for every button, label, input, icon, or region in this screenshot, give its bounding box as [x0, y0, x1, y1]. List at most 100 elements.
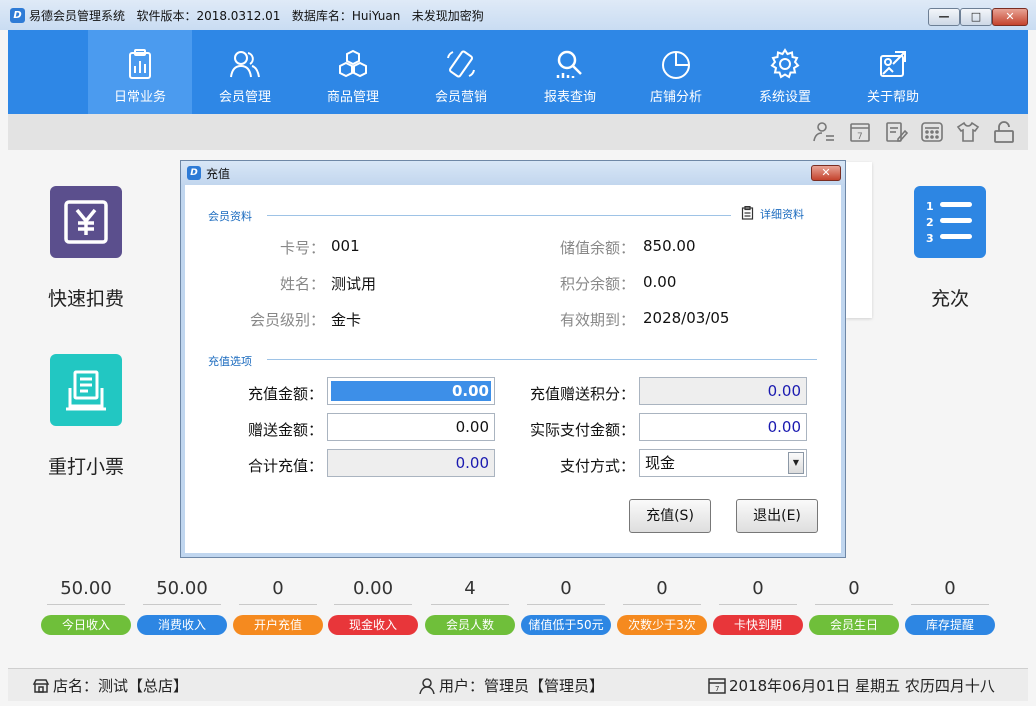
recharge-times-label[interactable]: 充次 — [890, 284, 1010, 311]
quick-pay-label[interactable]: 快速扣费 — [26, 284, 146, 311]
member-level-value: 金卡 — [331, 311, 362, 329]
recharge-dialog: D 充值 ✕ 会员资料 详细资料 卡号： 001 姓名： 测试用 会员级别： 金… — [180, 160, 846, 558]
nav-item-system-settings[interactable]: 系统设置 — [733, 30, 837, 114]
stat-member-birthday[interactable]: 0 会员生日 — [809, 576, 899, 635]
stat-open-recharge[interactable]: 0 开户充值 — [233, 576, 323, 635]
stat-badge[interactable]: 今日收入 — [41, 615, 131, 635]
exit-button[interactable]: 退出(E) — [736, 499, 818, 533]
user-name: 用户：管理员【管理员】 — [439, 677, 605, 695]
stat-card-expiring[interactable]: 0 卡快到期 — [713, 576, 803, 635]
maximize-button[interactable]: □ — [960, 8, 992, 26]
stat-value: 50.00 — [143, 576, 221, 605]
lock-icon[interactable] — [992, 121, 1016, 143]
stat-badge[interactable]: 开户充值 — [233, 615, 323, 635]
main-nav: 日常业务 会员管理 商品管理 会员营销 报表查询 店铺分析 系统设置 关于帮助 — [8, 30, 1028, 114]
stat-value: 0 — [719, 576, 797, 605]
section-divider — [267, 359, 817, 360]
shirt-icon[interactable] — [956, 121, 980, 143]
nav-item-member-marketing[interactable]: 会员营销 — [409, 30, 513, 114]
chevron-down-icon[interactable]: ▼ — [788, 452, 804, 474]
close-icon: ✕ — [821, 166, 831, 179]
nav-item-label: 关于帮助 — [866, 90, 919, 105]
stat-value: 0 — [623, 576, 701, 605]
search-chart-icon — [556, 50, 582, 78]
close-button[interactable]: ✕ — [992, 8, 1028, 26]
balance-value: 850.00 — [643, 237, 696, 255]
stat-member-count[interactable]: 4 会员人数 — [425, 576, 515, 635]
store-info: 店名：测试【总店】 — [32, 675, 188, 696]
stat-badge[interactable]: 卡快到期 — [713, 615, 803, 635]
edit-icon[interactable] — [884, 121, 908, 143]
stat-today-income[interactable]: 50.00 今日收入 — [41, 576, 131, 635]
recharge-amount-input[interactable]: 0.00 — [327, 377, 495, 405]
recharge-times-tile[interactable]: 1 2 3 — [914, 186, 986, 258]
stat-low-balance[interactable]: 0 储值低于50元 — [521, 576, 611, 635]
calendar-icon[interactable]: 7 — [848, 121, 872, 143]
title-bar: D 易德会员管理系统 软件版本：2018.0312.01 数据库名：HuiYua… — [0, 0, 1036, 30]
recharge-options-section-title: 充值选项 — [208, 355, 252, 368]
nav-item-store-analysis[interactable]: 店铺分析 — [624, 30, 728, 114]
app-logo-icon: D — [187, 166, 201, 180]
recharge-amount-label: 充值金额： — [247, 385, 323, 403]
stat-stock-alert[interactable]: 0 库存提醒 — [905, 576, 995, 635]
reprint-label[interactable]: 重打小票 — [26, 452, 146, 479]
svg-text:3: 3 — [926, 232, 934, 245]
nav-item-daily-business[interactable]: 日常业务 — [88, 30, 192, 114]
stat-low-times[interactable]: 0 次数少于3次 — [617, 576, 707, 635]
member-info-section-title: 会员资料 — [208, 210, 252, 223]
user-icon — [419, 678, 435, 695]
app-logo-icon: D — [10, 8, 25, 23]
stat-badge[interactable]: 会员人数 — [425, 615, 515, 635]
gift-amount-input[interactable]: 0.00 — [327, 413, 495, 441]
nav-item-report-query[interactable]: 报表查询 — [518, 30, 622, 114]
calendar-icon: 7 — [708, 678, 726, 694]
clipboard-icon — [741, 206, 754, 220]
help-icon — [880, 51, 906, 77]
store-name: 店名：测试【总店】 — [53, 677, 189, 695]
nav-item-label: 商品管理 — [326, 90, 379, 105]
pay-method-label: 支付方式： — [559, 457, 635, 475]
user-info: 用户：管理员【管理员】 — [418, 675, 604, 696]
member-level-label: 会员级别： — [249, 311, 325, 329]
numbered-list-icon: 1 2 3 — [926, 200, 972, 245]
minimize-button[interactable]: — — [928, 8, 960, 26]
gear-icon — [770, 48, 800, 79]
actual-pay-input[interactable]: 0.00 — [639, 413, 807, 441]
nav-item-label: 日常业务 — [113, 90, 166, 105]
dialog-title: 充值 — [206, 167, 231, 181]
card-number-value: 001 — [331, 237, 360, 255]
dialog-close-button[interactable]: ✕ — [811, 165, 841, 181]
stat-cash-income[interactable]: 0.00 现金收入 — [328, 576, 418, 635]
points-label: 积分余额： — [559, 275, 635, 293]
stat-value: 4 — [431, 576, 509, 605]
printer-icon — [66, 370, 106, 411]
actual-pay-label: 实际支付金额： — [529, 421, 635, 439]
expiry-value: 2028/03/05 — [643, 309, 730, 327]
stat-badge[interactable]: 库存提醒 — [905, 615, 995, 635]
stat-badge[interactable]: 会员生日 — [809, 615, 899, 635]
calculator-icon[interactable] — [920, 121, 944, 143]
recharge-amount-value: 0.00 — [451, 382, 489, 400]
store-icon — [32, 679, 50, 693]
user-switch-icon[interactable] — [812, 121, 836, 143]
users-icon — [230, 51, 260, 78]
stat-badge[interactable]: 储值低于50元 — [521, 615, 611, 635]
stat-badge[interactable]: 现金收入 — [328, 615, 418, 635]
reprint-tile[interactable] — [50, 354, 122, 426]
current-date: 2018年06月01日 星期五 农历四月十八 — [729, 677, 995, 695]
nav-item-about-help[interactable]: 关于帮助 — [841, 30, 945, 114]
stat-badge[interactable]: 次数少于3次 — [617, 615, 707, 635]
pay-method-select[interactable]: 现金 ▼ — [639, 449, 807, 477]
balance-label: 储值余额： — [559, 239, 635, 257]
stat-consume-income[interactable]: 50.00 消费收入 — [137, 576, 227, 635]
clipboard-chart-icon — [129, 49, 151, 79]
quick-pay-tile[interactable] — [50, 186, 122, 258]
nav-item-member-management[interactable]: 会员管理 — [193, 30, 297, 114]
detail-info-link[interactable]: 详细资料 — [760, 206, 804, 222]
total-recharge-field: 0.00 — [327, 449, 495, 477]
cubes-icon — [339, 49, 367, 78]
expiry-label: 有效期到： — [559, 311, 635, 329]
nav-item-product-management[interactable]: 商品管理 — [301, 30, 405, 114]
recharge-button[interactable]: 充值(S) — [629, 499, 711, 533]
stat-badge[interactable]: 消费收入 — [137, 615, 227, 635]
